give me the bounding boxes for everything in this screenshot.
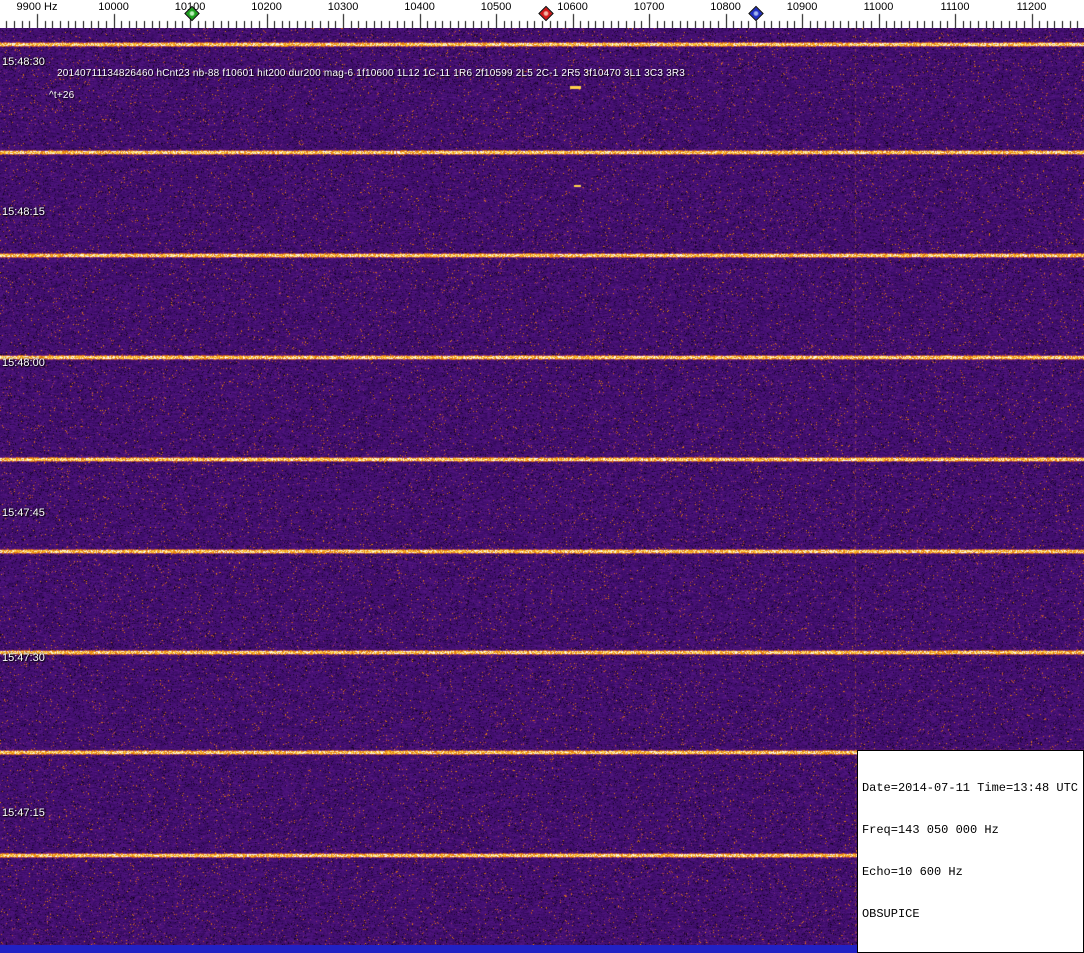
time-tick-label: 15:47:30: [2, 652, 45, 664]
time-tick-label: 15:47:15: [2, 807, 45, 819]
info-echo: Echo=10 600 Hz: [862, 865, 1078, 879]
detection-time-offset: ^t+26: [49, 90, 74, 101]
time-tick-label: 15:48:30: [2, 56, 45, 68]
freq-tick-label: 10600: [557, 1, 588, 13]
detection-annotation: 20140711134826460 hCnt23 nb-88 f10601 hi…: [57, 68, 685, 79]
freq-tick-label: 9900 Hz: [17, 1, 58, 13]
time-tick-label: 15:47:45: [2, 507, 45, 519]
freq-tick-label: 10800: [710, 1, 741, 13]
freq-tick-label: 10200: [251, 1, 282, 13]
freq-tick-label: 10900: [787, 1, 818, 13]
info-station: OBSUPICE: [862, 907, 1078, 921]
time-tick-label: 15:48:15: [2, 206, 45, 218]
freq-tick-label: 11100: [941, 1, 970, 13]
freq-tick-label: 10500: [481, 1, 512, 13]
observation-info-box: Date=2014-07-11 Time=13:48 UTC Freq=143 …: [857, 750, 1084, 953]
info-frequency: Freq=143 050 000 Hz: [862, 823, 1078, 837]
freq-tick-label: 10400: [404, 1, 435, 13]
info-date-time: Date=2014-07-11 Time=13:48 UTC: [862, 781, 1078, 795]
freq-tick-label: 11000: [864, 1, 894, 13]
time-tick-label: 15:48:00: [2, 357, 45, 369]
freq-tick-label: 11200: [1017, 1, 1047, 13]
freq-tick-label: 10700: [634, 1, 665, 13]
frequency-ruler[interactable]: 9900 Hz100001010010200103001040010500106…: [0, 0, 1084, 28]
freq-tick-label: 10300: [328, 1, 359, 13]
spectrogram-window: 9900 Hz100001010010200103001040010500106…: [0, 0, 1084, 953]
freq-tick-label: 10000: [98, 1, 129, 13]
